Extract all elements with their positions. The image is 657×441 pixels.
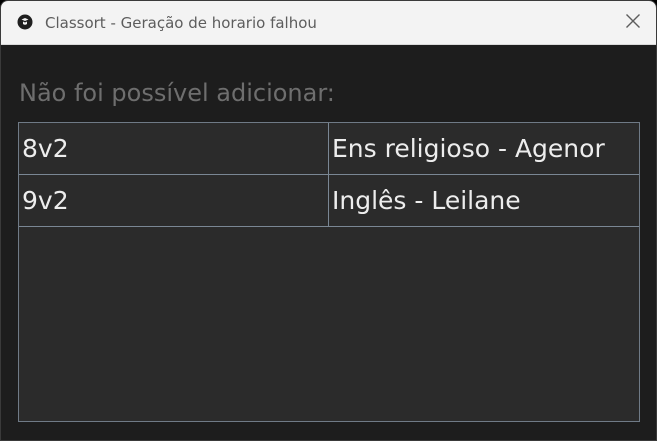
failed-items-table[interactable]: 8v2 Ens religioso - Agenor 9v2 Inglês - … [18, 122, 640, 422]
class-cell[interactable]: 8v2 [19, 123, 329, 174]
subject-teacher-cell[interactable]: Ens religioso - Agenor [329, 123, 639, 174]
table-row[interactable]: 8v2 Ens religioso - Agenor [19, 123, 639, 175]
close-icon [625, 13, 641, 33]
title-bar[interactable]: Classort - Geração de horario falhou [1, 1, 656, 45]
table-row[interactable]: 9v2 Inglês - Leilane [19, 175, 639, 227]
subject-teacher-cell[interactable]: Inglês - Leilane [329, 175, 639, 226]
close-button[interactable] [610, 1, 656, 44]
error-heading: Não foi possível adicionar: [19, 79, 335, 107]
dialog-content: Não foi possível adicionar: 8v2 Ens reli… [1, 45, 656, 440]
class-cell[interactable]: 9v2 [19, 175, 329, 226]
dialog-window: Classort - Geração de horario falhou Não… [0, 0, 657, 441]
classort-logo-icon [17, 14, 33, 30]
window-title: Classort - Geração de horario falhou [45, 14, 317, 32]
